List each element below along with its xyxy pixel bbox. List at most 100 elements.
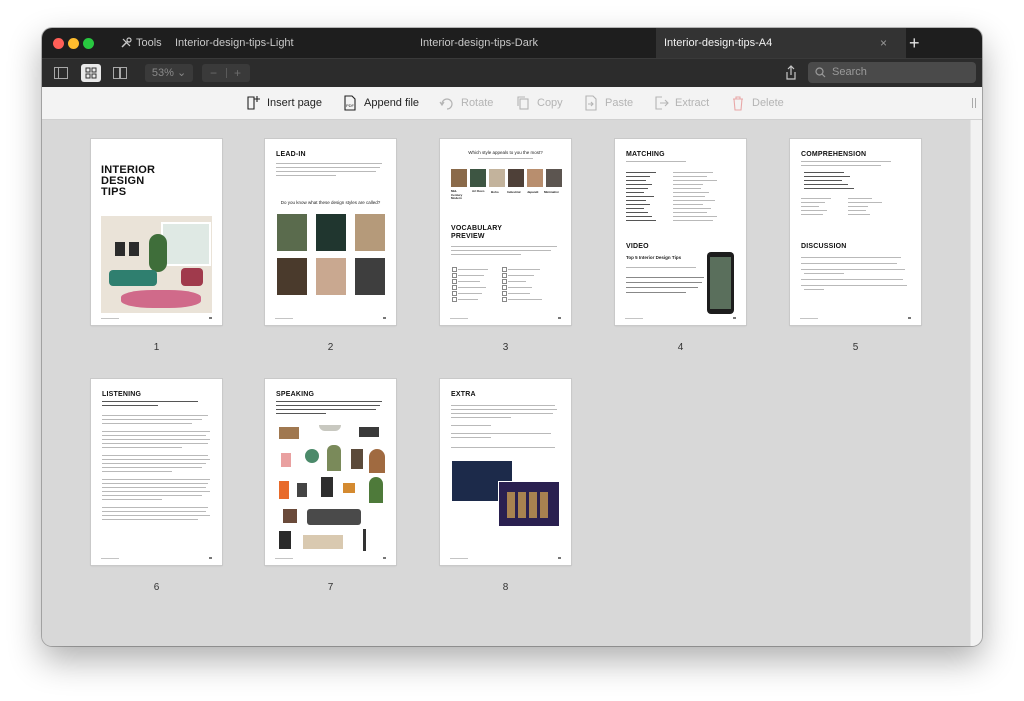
sidebar-toggle-button[interactable] <box>51 64 71 82</box>
toolbar-grip-icon[interactable] <box>972 98 976 108</box>
text-line <box>804 188 854 189</box>
page-thumbnail-5[interactable]: COMPREHENSION DISCUSSION <box>790 139 921 325</box>
extract-icon <box>655 96 669 110</box>
zoom-level-select[interactable]: 53% ⌄ <box>145 64 193 82</box>
furniture-item <box>303 535 343 549</box>
text-line <box>451 250 551 251</box>
text-line <box>626 212 648 213</box>
page-footer <box>275 557 386 559</box>
two-page-icon <box>113 67 127 79</box>
text-line <box>102 495 202 496</box>
checkbox <box>452 267 457 272</box>
share-button[interactable] <box>782 64 800 82</box>
vertical-scrollbar[interactable] <box>970 120 982 646</box>
text-line <box>626 208 644 209</box>
page-thumbnail-2[interactable]: LEAD-IN Do you know what these design st… <box>265 139 396 325</box>
tab-interior-design-tips-dark[interactable]: Interior-design-tips-Dark <box>420 28 538 58</box>
new-tab-button[interactable]: + <box>909 28 920 58</box>
search-icon <box>815 67 826 78</box>
text-line <box>458 299 478 300</box>
text-line <box>451 405 555 406</box>
delete-label: Delete <box>752 97 784 109</box>
text-line <box>102 499 162 500</box>
grid-view-button[interactable] <box>81 64 101 82</box>
text-line <box>102 479 210 480</box>
share-icon <box>786 65 796 80</box>
text-line <box>102 471 172 472</box>
page-thumbnail-4[interactable]: MATCHING VIDEO Top 5 Interior Design Tip… <box>615 139 746 325</box>
window-shape <box>161 222 211 266</box>
text-line <box>102 467 202 468</box>
page-thumbnail-1[interactable]: INTERIOR DESIGN TIPS <box>91 139 222 325</box>
page-number-1: 1 <box>153 342 160 353</box>
text-line <box>626 176 650 177</box>
text-line <box>276 175 336 176</box>
text-line <box>804 172 844 173</box>
tab-interior-design-tips-light[interactable]: Interior-design-tips-Light <box>175 28 294 58</box>
page-footer <box>450 557 561 559</box>
tools-icon <box>121 37 132 48</box>
page-number-2: 2 <box>327 342 334 353</box>
page-thumbnail-8[interactable]: EXTRA <box>440 379 571 565</box>
page-2-subheading: Do you know what these design styles are… <box>280 200 381 205</box>
chevron-down-icon: ⌄ <box>176 67 187 79</box>
tools-button[interactable]: Tools <box>120 28 162 58</box>
page-thumbnail-6[interactable]: LISTENING <box>91 379 222 565</box>
text-line <box>508 269 540 270</box>
text-line <box>102 423 192 424</box>
close-tab-icon[interactable]: × <box>880 28 887 58</box>
text-line <box>102 519 198 520</box>
text-line <box>673 188 701 189</box>
minimize-window-button[interactable] <box>68 38 79 49</box>
tab-interior-design-tips-a4[interactable]: Interior-design-tips-A4 <box>656 28 906 58</box>
page-6-heading: LISTENING <box>102 391 142 398</box>
text-line <box>801 198 831 199</box>
page-number-3: 3 <box>502 342 509 353</box>
furniture-item <box>283 509 297 523</box>
page-number-7: 7 <box>327 582 334 593</box>
search-placeholder: Search <box>832 66 867 78</box>
zoom-stepper[interactable]: − + <box>202 64 250 82</box>
text-line <box>276 163 382 164</box>
insert-page-label: Insert page <box>267 97 323 109</box>
sofa-shape <box>109 270 157 286</box>
text-line <box>276 167 380 168</box>
zoom-in-button[interactable]: + <box>234 64 241 82</box>
style-photo <box>470 169 486 187</box>
page-thumbnail-7[interactable]: SPEAKING <box>265 379 396 565</box>
text-line <box>626 282 702 283</box>
text-line <box>276 409 376 410</box>
furniture-item <box>351 449 363 469</box>
search-field[interactable]: Search <box>808 62 976 83</box>
text-line <box>102 439 210 440</box>
text-line <box>508 275 534 276</box>
text-line <box>801 263 897 264</box>
text-line <box>673 196 705 197</box>
two-page-view-button[interactable] <box>110 64 130 82</box>
text-line <box>458 293 482 294</box>
text-line <box>102 491 210 492</box>
text-line <box>848 210 866 211</box>
page-thumbnail-3[interactable]: Which style appeals to you the most? Mid… <box>440 139 571 325</box>
text-line <box>478 158 533 159</box>
title-bar: Tools Interior-design-tips-Light Interio… <box>42 28 982 58</box>
zoom-out-button[interactable]: − <box>210 64 217 82</box>
furniture-item <box>369 449 385 473</box>
text-line <box>451 246 557 247</box>
furniture-item <box>327 445 341 471</box>
zoom-window-button[interactable] <box>83 38 94 49</box>
text-line <box>626 287 698 288</box>
close-window-button[interactable] <box>53 38 64 49</box>
style-photo <box>316 258 346 295</box>
grid-icon <box>85 67 97 79</box>
furniture-item <box>343 483 355 493</box>
text-line <box>451 447 555 448</box>
tab-label: Interior-design-tips-A4 <box>664 37 773 49</box>
text-line <box>673 216 717 217</box>
style-photo <box>355 214 385 251</box>
copy-icon <box>517 96 529 110</box>
text-line <box>848 202 882 203</box>
text-line <box>804 184 848 185</box>
page-7-heading: SPEAKING <box>276 391 315 398</box>
checkbox <box>502 291 507 296</box>
